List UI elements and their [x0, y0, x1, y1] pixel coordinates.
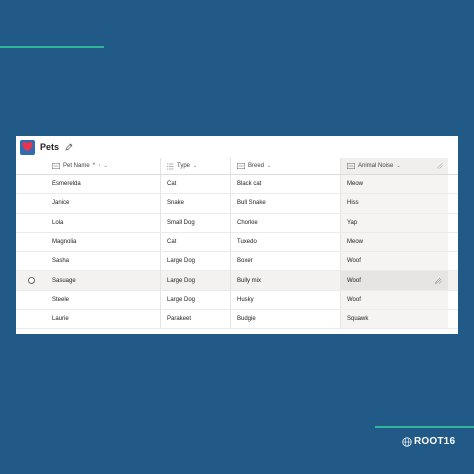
choice-column-icon	[167, 163, 174, 170]
chevron-down-icon: ⌄	[103, 163, 108, 169]
cell-breed: Boxer	[230, 252, 340, 271]
column-header-animal-noise[interactable]: Animal Noise ⌄	[340, 158, 448, 174]
cell-breed: Bully mix	[230, 271, 340, 290]
row-select-cell[interactable]	[16, 233, 46, 251]
list-header: Pets	[16, 136, 458, 158]
table-row[interactable]: Lola Small Dog Chorkie Yap	[16, 213, 458, 233]
accent-line-top	[0, 46, 104, 48]
row-select-radio[interactable]	[27, 277, 35, 285]
cell-pet-name: Lola	[52, 219, 64, 226]
cell-type: Large Dog	[160, 271, 230, 290]
cell-pet-name: Laurie	[52, 316, 69, 323]
row-select-cell[interactable]	[16, 310, 46, 328]
cell-type: Parakeet	[160, 310, 230, 329]
cell-breed: Tuxedo	[230, 232, 340, 252]
cell-type: Small Dog	[160, 213, 230, 232]
edit-cell-icon[interactable]	[435, 277, 442, 286]
cell-type: Large Dog	[160, 290, 230, 310]
column-label: Pet Name	[63, 163, 90, 169]
column-header-type[interactable]: Type ⌄	[160, 158, 230, 174]
cell-animal-noise: Woof	[340, 290, 448, 310]
text-column-icon	[52, 163, 60, 169]
pencil-icon[interactable]	[65, 143, 73, 151]
table-row[interactable]: Laurie Parakeet Budgie Squawk	[16, 310, 458, 330]
cell-animal-noise: Woof	[340, 271, 448, 290]
row-select-cell[interactable]	[16, 175, 46, 193]
cell-breed: Black cat	[230, 175, 340, 194]
text-column-icon	[347, 163, 355, 169]
cell-animal-noise: Yap	[340, 213, 448, 232]
heart-list-icon	[20, 139, 35, 155]
cell-animal-noise: Hiss	[340, 194, 448, 213]
cell-pet-name: Esmerelda	[52, 181, 81, 188]
cell-type: Large Dog	[160, 252, 230, 271]
cell-breed: Budgie	[230, 310, 340, 329]
cell-animal-noise: Woof	[340, 252, 448, 271]
list-title: Pets	[40, 142, 60, 152]
cell-pet-name: Sasha	[52, 258, 70, 265]
select-all-cell[interactable]	[16, 158, 46, 174]
sort-ascending-icon: ↑	[98, 163, 101, 169]
table-row[interactable]: Janice Snake Bull Snake Hiss	[16, 194, 458, 214]
cell-pet-name: Magnolia	[52, 239, 77, 246]
table-row[interactable]: Sasha Large Dog Boxer Woof	[16, 252, 458, 272]
table-row-hovered[interactable]: Sasuage Large Dog Bully mix Woof	[16, 271, 458, 291]
cell-breed: Bull Snake	[230, 194, 340, 213]
column-label: Animal Noise	[358, 163, 394, 169]
brand-logo: ROOT16	[402, 436, 455, 447]
required-marker: *	[92, 163, 96, 169]
cell-pet-name: Steele	[52, 296, 70, 303]
column-header-pet-name[interactable]: Pet Name * ↑ ⌄	[46, 158, 160, 174]
brand-name: ROOT16	[414, 436, 456, 447]
column-resize-icon[interactable]	[436, 162, 443, 171]
cell-type: Cat	[160, 232, 230, 252]
cell-breed: Chorkie	[230, 213, 340, 232]
cell-animal-noise: Squawk	[340, 310, 448, 329]
table-row[interactable]: Steele Large Dog Husky Woof	[16, 290, 458, 311]
globe-icon	[402, 436, 412, 447]
row-select-cell[interactable]	[16, 214, 46, 232]
column-label: Breed	[248, 163, 265, 169]
column-label: Type	[177, 163, 191, 169]
row-select-cell[interactable]	[16, 194, 46, 212]
cell-type: Cat	[160, 175, 230, 194]
accent-line-bottom	[375, 426, 474, 428]
column-header-row: Pet Name * ↑ ⌄ Type ⌄ Breed ⌄ Animal Nois…	[16, 158, 458, 175]
cell-animal-noise-text: Woof	[347, 277, 361, 284]
cell-animal-noise: Meow	[340, 232, 448, 252]
chevron-down-icon: ⌄	[193, 163, 198, 169]
cell-breed: Husky	[230, 290, 340, 310]
table-row[interactable]: Esmerelda Cat Black cat Meow	[16, 175, 458, 195]
column-header-breed[interactable]: Breed ⌄	[230, 158, 340, 174]
row-select-cell[interactable]	[16, 252, 46, 270]
row-select-cell[interactable]	[16, 291, 46, 309]
cell-animal-noise: Meow	[340, 175, 448, 194]
text-column-icon	[237, 163, 245, 169]
chevron-down-icon: ⌄	[267, 163, 272, 169]
table-row[interactable]: Magnolia Cat Tuxedo Meow	[16, 232, 458, 253]
list-card: Pets Pet Name * ↑ ⌄ Type ⌄ Breed ⌄ Anima…	[16, 136, 458, 334]
cell-pet-name: Sasuage	[52, 277, 76, 284]
chevron-down-icon: ⌄	[396, 163, 401, 169]
cell-pet-name: Janice	[52, 200, 70, 207]
cell-type: Snake	[160, 194, 230, 213]
row-select-cell[interactable]	[16, 271, 46, 289]
